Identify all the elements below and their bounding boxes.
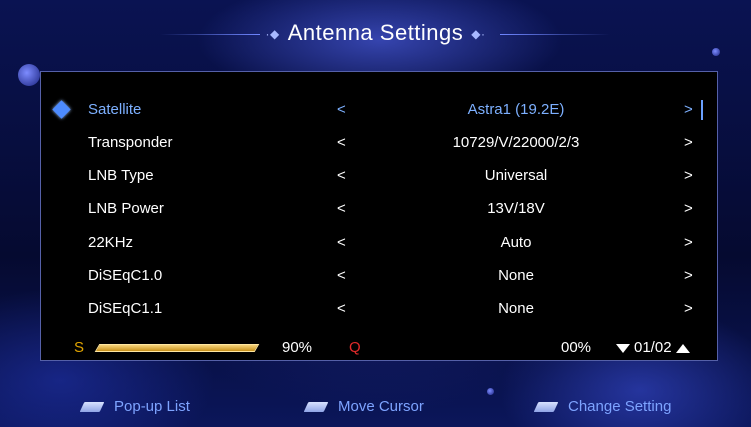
- setting-value: None: [498, 267, 534, 284]
- setting-row-satellite[interactable]: Satellite < Astra1 (19.2E) >: [41, 96, 717, 124]
- next-option-button[interactable]: >: [684, 234, 693, 251]
- setting-value: Auto: [500, 234, 532, 251]
- prev-option-button[interactable]: <: [337, 167, 346, 184]
- prev-option-button[interactable]: <: [337, 200, 346, 217]
- settings-panel: Satellite < Astra1 (19.2E) > Transponder…: [40, 71, 718, 361]
- signal-strength-label: S: [74, 339, 85, 356]
- setting-row-lnb-type[interactable]: LNB Type < Universal >: [41, 162, 717, 190]
- setting-row-diseqc10[interactable]: DiSEqC1.0 < None >: [41, 262, 717, 290]
- setting-label: LNB Power: [88, 200, 164, 217]
- title-deco-left-icon: ·◆: [265, 27, 280, 42]
- prev-option-button[interactable]: <: [337, 300, 346, 317]
- setting-label: DiSEqC1.1: [88, 300, 163, 317]
- next-option-button[interactable]: >: [684, 101, 693, 118]
- decor-orb-left: [18, 64, 40, 86]
- footer-popup-label: Pop-up List: [114, 398, 190, 415]
- decor-orb-bottom: [487, 388, 494, 395]
- signal-strength-bar: [94, 344, 260, 352]
- next-option-button[interactable]: >: [684, 200, 693, 217]
- triangle-up-icon[interactable]: [675, 343, 690, 353]
- prev-option-button[interactable]: <: [337, 267, 346, 284]
- signal-quality-label: Q: [349, 339, 361, 356]
- page-number: 01/02: [634, 339, 672, 356]
- prev-option-button[interactable]: <: [337, 101, 346, 118]
- tv-screen: ·◆ Antenna Settings ◆· Satellite < Astra1 …: [0, 0, 751, 427]
- footer-move-label: Move Cursor: [338, 398, 424, 415]
- next-option-button[interactable]: >: [684, 267, 693, 284]
- footer-hint-popup: Pop-up List: [79, 398, 190, 415]
- signal-strength-value: 90%: [282, 339, 313, 356]
- footer-hint-move: Move Cursor: [303, 398, 424, 415]
- setting-row-transponder[interactable]: Transponder < 10729/V/22000/2/3 >: [41, 129, 717, 157]
- next-option-button[interactable]: >: [684, 167, 693, 184]
- signal-indicator: S 90% Q 00% 01/02: [41, 337, 717, 359]
- scrollbar[interactable]: [701, 100, 703, 120]
- next-option-button[interactable]: >: [684, 300, 693, 317]
- setting-row-lnb-power[interactable]: LNB Power < 13V/18V >: [41, 195, 717, 223]
- setting-value: Universal: [484, 167, 548, 184]
- prev-option-button[interactable]: <: [337, 234, 346, 251]
- setting-value: None: [498, 300, 534, 317]
- footer-hint-change: Change Setting: [533, 398, 672, 415]
- page-title: ·◆ Antenna Settings ◆·: [0, 20, 751, 46]
- setting-label: DiSEqC1.0: [88, 267, 163, 284]
- setting-value: Astra1 (19.2E): [467, 101, 565, 118]
- prev-option-button[interactable]: <: [337, 134, 346, 151]
- leftright-key-icon: [533, 402, 559, 413]
- diamond-icon: [52, 100, 71, 119]
- signal-quality-value: 00%: [561, 339, 592, 356]
- setting-value: 13V/18V: [487, 200, 545, 217]
- triangle-down-icon[interactable]: [616, 343, 630, 353]
- title-bar: ·◆ Antenna Settings ◆·: [0, 10, 751, 56]
- next-option-button[interactable]: >: [684, 134, 693, 151]
- setting-label: Satellite: [88, 101, 142, 118]
- title-deco-right-icon: ◆·: [471, 27, 486, 42]
- ok-key-icon: [79, 402, 105, 413]
- setting-row-diseqc11[interactable]: DiSEqC1.1 < None >: [41, 295, 717, 323]
- setting-row-22khz[interactable]: 22KHz < Auto >: [41, 229, 717, 257]
- page-title-text: Antenna Settings: [287, 20, 464, 45]
- setting-label: LNB Type: [88, 167, 154, 184]
- page-indicator: 01/02: [616, 339, 690, 356]
- footer-change-label: Change Setting: [568, 398, 672, 415]
- setting-label: 22KHz: [88, 234, 134, 251]
- setting-label: Transponder: [88, 134, 173, 151]
- setting-value: 10729/V/22000/2/3: [452, 134, 580, 151]
- updown-key-icon: [303, 402, 329, 413]
